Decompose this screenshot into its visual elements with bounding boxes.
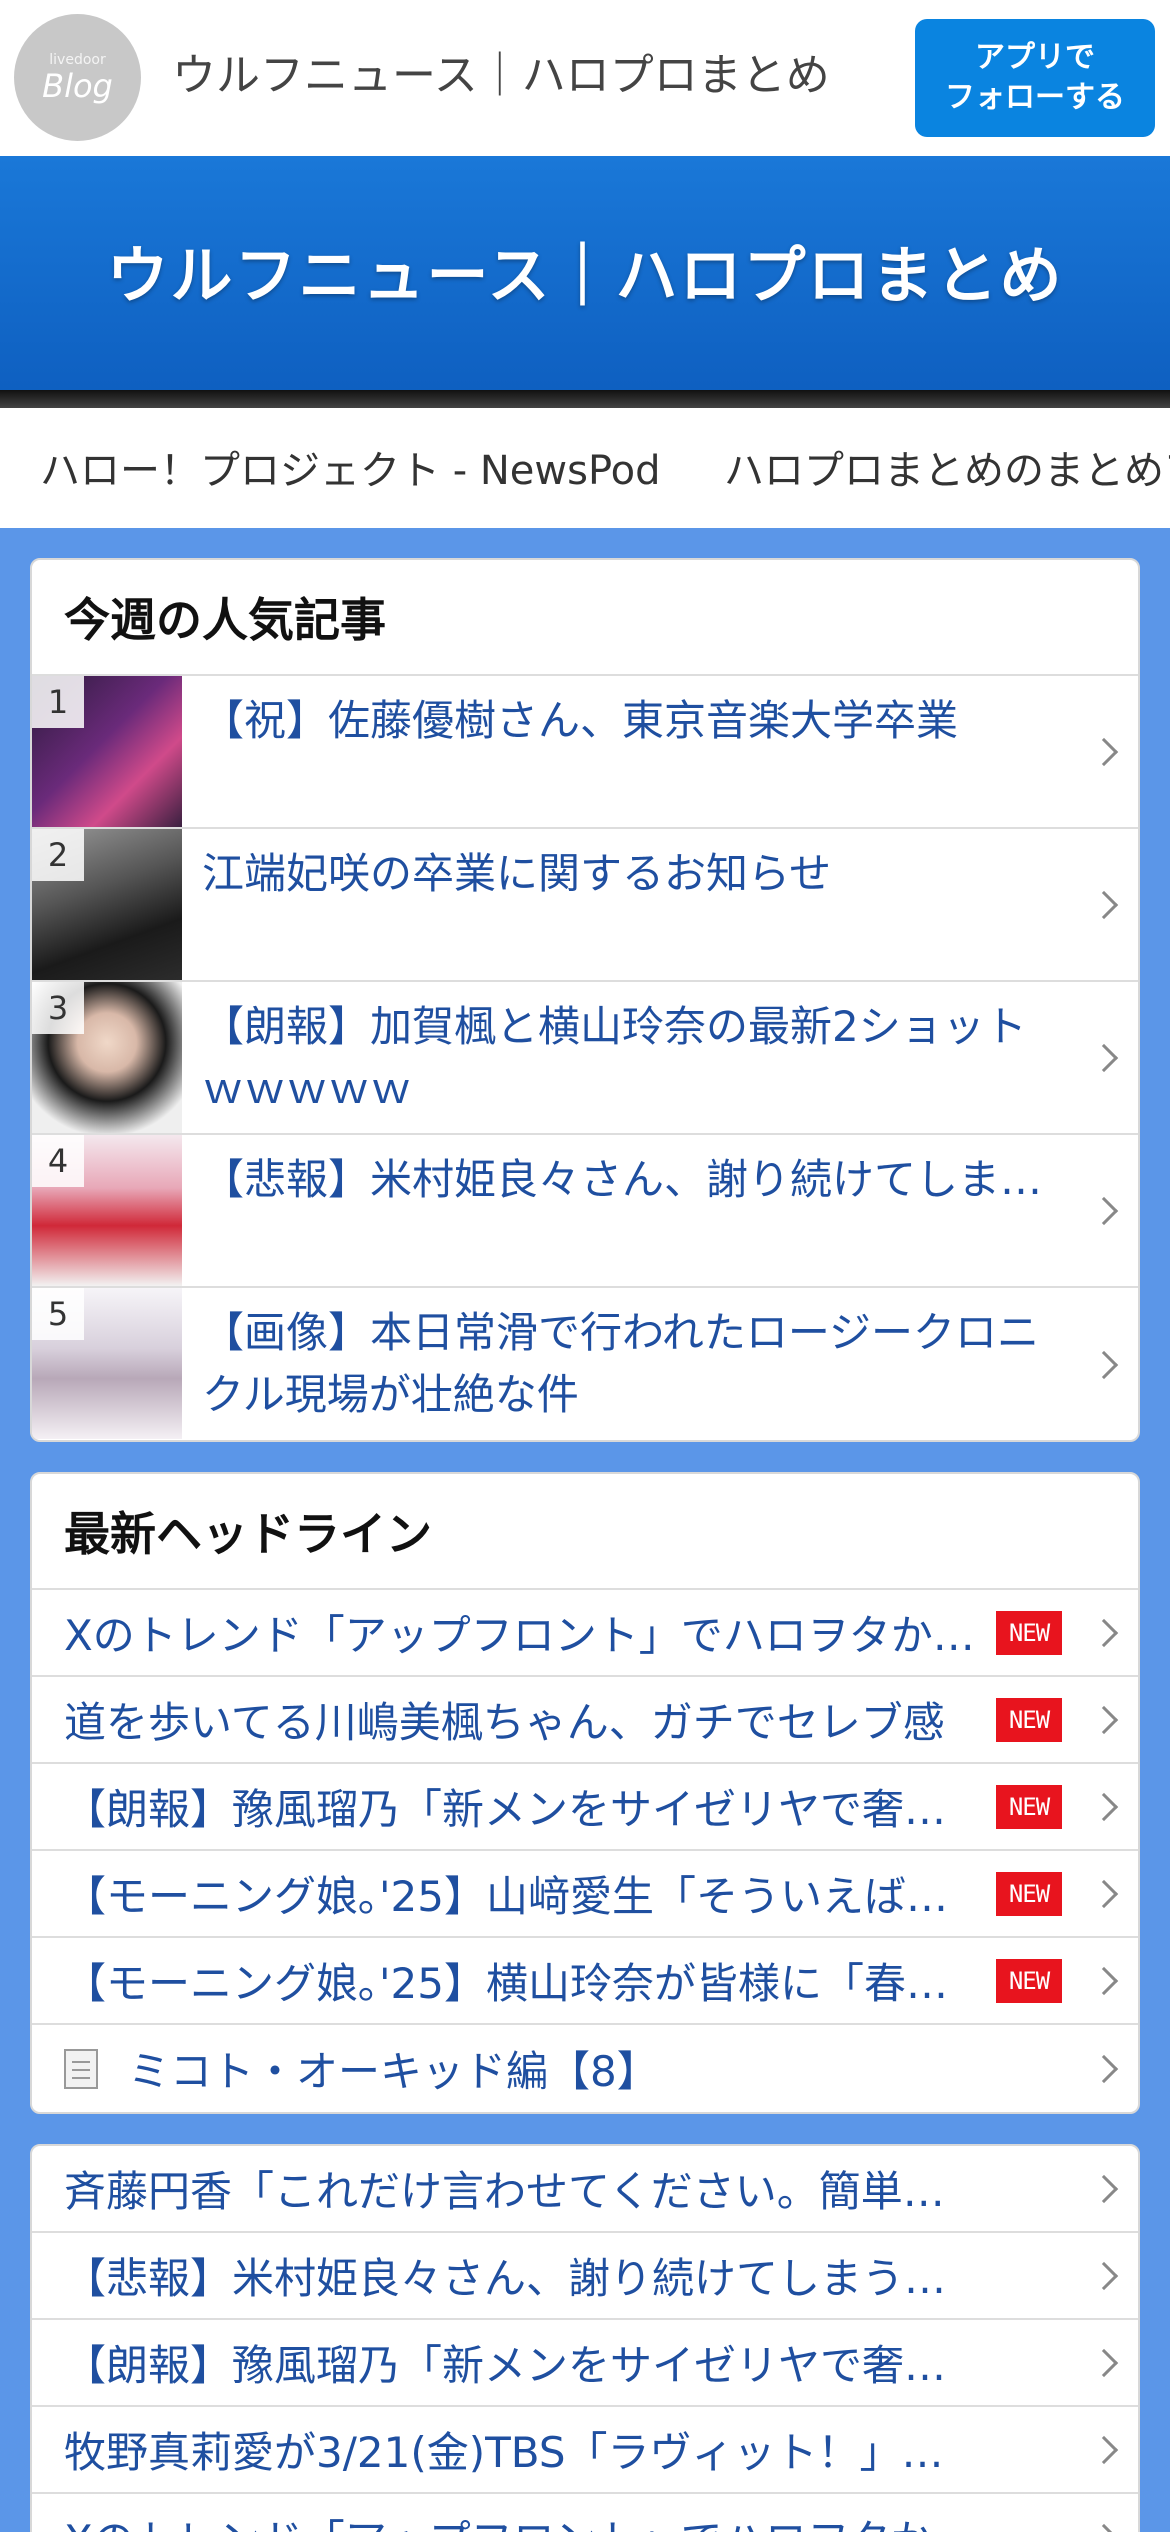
chevron-right-icon [1089, 2348, 1119, 2377]
new-badge: NEW [996, 1871, 1062, 1916]
article-list-text: 牧野真莉愛が3/21(金)TBS「ラヴィット！」出演… [64, 2428, 984, 2477]
rank-number: 3 [32, 982, 84, 1034]
blog-banner[interactable]: ウルフニュース｜ハロプロまとめ [0, 156, 1170, 396]
follow-in-app-button[interactable]: アプリで フォローする [915, 19, 1155, 137]
follow-button-label: アプリで フォローする [945, 40, 1125, 115]
rank-number: 5 [32, 1288, 84, 1340]
headline-item[interactable]: 【朗報】豫風瑠乃「新メンをサイゼリヤで奢っ… NEW [32, 1764, 1138, 1851]
ranking-item-title: 【悲報】米村姫良々さん、謝り続けてしまう… [202, 1155, 1058, 1204]
livedoor-blog-logo[interactable]: livedoor Blog [14, 14, 141, 141]
article-thumbnail: 2 [32, 829, 182, 980]
popular-articles-card: 今週の人気記事 1 【祝】佐藤優樹さん、東京音楽大学卒業 2 江端妃咲の卒業に関… [30, 558, 1140, 1442]
headline-item[interactable]: 道を歩いてる川嶋美楓ちゃん、ガチでセレブ感 NEW [32, 1677, 1138, 1764]
chevron-right-icon [1089, 1705, 1119, 1734]
top-header: livedoor Blog ウルフニュース｜ハロプロまとめ アプリで フォローす… [0, 0, 1170, 156]
ranking-item[interactable]: 5 【画像】本日常滑で行われたロージークロニクル現場が壮絶な件 [32, 1288, 1138, 1440]
ranking-item-title: 【祝】佐藤優樹さん、東京音楽大学卒業 [202, 696, 959, 745]
chevron-right-icon [1089, 2261, 1119, 2290]
chevron-right-icon [1089, 1792, 1119, 1821]
document-icon [64, 2048, 98, 2089]
related-link[interactable]: ハロー！プロジェクト - NewsPod [40, 446, 661, 496]
headline-item[interactable]: 【モーニング娘｡'25】山﨑愛生「そういえば髪… NEW [32, 1851, 1138, 1938]
ranking-item[interactable]: 2 江端妃咲の卒業に関するお知らせ [32, 829, 1138, 982]
article-list-item[interactable]: 牧野真莉愛が3/21(金)TBS「ラヴィット！」出演… [32, 2407, 1138, 2494]
headline-text: 【モーニング娘｡'25】山﨑愛生「そういえば髪… [64, 1872, 984, 1921]
article-thumbnail: 1 [32, 676, 182, 827]
related-links-bar: ハロー！プロジェクト - NewsPod ハロプロまとめのまとめア [0, 408, 1170, 528]
ranking-item-title: 【朗報】加賀楓と横山玲奈の最新2ショットｗｗｗｗｗ [202, 1002, 1027, 1113]
logo-small-text: livedoor [49, 51, 106, 68]
popular-articles-title: 今週の人気記事 [32, 560, 1138, 676]
article-thumbnail: 3 [32, 982, 182, 1133]
new-badge: NEW [996, 1958, 1062, 2003]
chevron-right-icon [1089, 2435, 1119, 2464]
headline-item[interactable]: ミコト・オーキッド編【8】 [32, 2025, 1138, 2112]
article-thumbnail: 5 [32, 1288, 182, 1439]
article-list-text: 斉藤円香「これだけ言わせてください。簡単に言… [64, 2167, 984, 2216]
ranking-item-title: 江端妃咲の卒業に関するお知らせ [202, 849, 832, 898]
headline-item[interactable]: 【モーニング娘｡'25】横山玲奈が皆様に「春の… NEW [32, 1938, 1138, 2025]
site-title[interactable]: ウルフニュース｜ハロプロまとめ [172, 46, 830, 106]
headline-text: ミコト・オーキッド編【8】 [128, 2047, 659, 2096]
ranking-item[interactable]: 3 【朗報】加賀楓と横山玲奈の最新2ショットｗｗｗｗｗ [32, 982, 1138, 1135]
rank-number: 2 [32, 829, 84, 881]
article-list-text: Xのトレンド「アップフロント」でハロヲタからグ… [64, 2507, 984, 2532]
new-badge: NEW [996, 1784, 1062, 1829]
article-list-item[interactable]: 斉藤円香「これだけ言わせてください。簡単に言… [32, 2146, 1138, 2233]
banner-divider [0, 390, 1170, 408]
headline-text: 【朗報】豫風瑠乃「新メンをサイゼリヤで奢っ… [64, 1785, 984, 1834]
headline-text: Xのトレンド「アップフロント」でハロヲタか… [64, 1611, 975, 1660]
ranking-item-title: 【画像】本日常滑で行われたロージークロニクル現場が壮絶な件 [202, 1308, 1040, 1419]
chevron-right-icon [1089, 2054, 1119, 2083]
article-list-card: 斉藤円香「これだけ言わせてください。簡単に言… 【悲報】米村姫良々さん、謝り続け… [30, 2144, 1140, 2532]
related-link[interactable]: ハロプロまとめのまとめア [724, 446, 1170, 496]
article-list-text: 【朗報】豫風瑠乃「新メンをサイゼリヤで奢った… [64, 2341, 984, 2390]
latest-headlines-card: 最新ヘッドライン Xのトレンド「アップフロント」でハロヲタか… NEW 道を歩い… [30, 1472, 1140, 2114]
banner-title: ウルフニュース｜ハロプロまとめ [106, 239, 1064, 312]
headline-text: 【モーニング娘｡'25】横山玲奈が皆様に「春の… [64, 1959, 984, 2008]
chevron-right-icon [1089, 1618, 1119, 1647]
rank-number: 1 [32, 676, 84, 728]
article-list-item[interactable]: 【朗報】豫風瑠乃「新メンをサイゼリヤで奢った… [32, 2320, 1138, 2407]
chevron-right-icon [1089, 2523, 1119, 2532]
chevron-right-icon [1089, 2174, 1119, 2203]
new-badge: NEW [996, 1610, 1062, 1655]
logo-big-text: Blog [42, 66, 113, 105]
article-list-text: 【悲報】米村姫良々さん、謝り続けてしまう… [64, 2254, 947, 2303]
article-list-item[interactable]: 【悲報】米村姫良々さん、謝り続けてしまう… [32, 2233, 1138, 2320]
chevron-right-icon [1089, 1966, 1119, 1995]
ranking-item[interactable]: 1 【祝】佐藤優樹さん、東京音楽大学卒業 [32, 676, 1138, 829]
ranking-item[interactable]: 4 【悲報】米村姫良々さん、謝り続けてしまう… [32, 1135, 1138, 1288]
headline-text: 道を歩いてる川嶋美楓ちゃん、ガチでセレブ感 [64, 1698, 945, 1747]
chevron-right-icon [1089, 1879, 1119, 1908]
latest-headlines-title: 最新ヘッドライン [32, 1474, 1138, 1590]
rank-number: 4 [32, 1135, 84, 1187]
article-thumbnail: 4 [32, 1135, 182, 1286]
new-badge: NEW [996, 1697, 1062, 1742]
headline-item[interactable]: Xのトレンド「アップフロント」でハロヲタか… NEW [32, 1590, 1138, 1677]
article-list-item[interactable]: Xのトレンド「アップフロント」でハロヲタからグ… [32, 2494, 1138, 2532]
